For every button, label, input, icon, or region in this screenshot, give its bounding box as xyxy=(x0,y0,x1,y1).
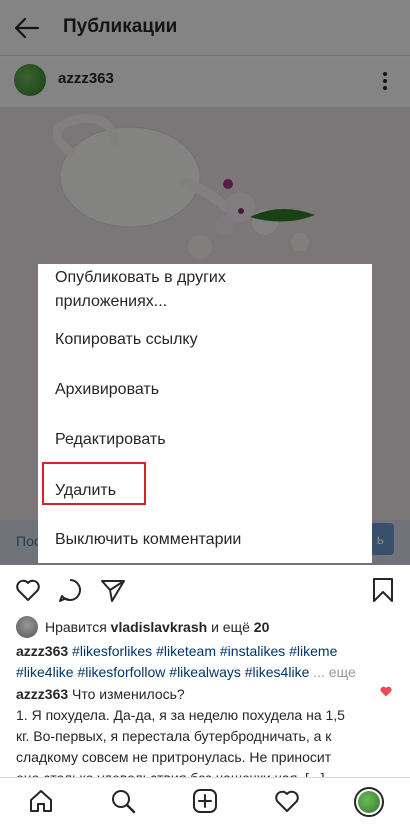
menu-item-archive[interactable]: Архивировать xyxy=(55,379,159,400)
comment-line: сладкому совсем не притронулась. Не прин… xyxy=(16,749,332,765)
caption-username[interactable]: azzz363 xyxy=(16,643,68,659)
comment-line: 1. Я похудела. Да-да, я за неделю похуде… xyxy=(16,707,345,723)
likes-summary[interactable]: Нравится vladislavkrash и ещё 20 xyxy=(16,616,396,638)
share-icon[interactable] xyxy=(99,576,127,604)
search-icon[interactable] xyxy=(109,787,137,815)
caption-hashtags-line1[interactable]: #likesforlikes #liketeam #instalikes #li… xyxy=(72,643,337,659)
comment-line: кг. Во-первых, я перестала бутерброднича… xyxy=(16,728,332,744)
menu-item-label: Опубликовать в других xyxy=(55,269,226,286)
profile-avatar[interactable] xyxy=(354,787,384,817)
comment-icon[interactable] xyxy=(56,576,84,604)
likes-text: Нравится vladislavkrash и ещё 20 xyxy=(45,619,269,635)
menu-item-label: приложениях... xyxy=(55,293,168,310)
new-post-icon[interactable] xyxy=(191,787,219,815)
comment-like-icon[interactable] xyxy=(380,686,392,697)
activity-heart-icon[interactable] xyxy=(273,787,301,815)
likes-prefix: Нравится xyxy=(45,619,107,635)
liker-avatar xyxy=(16,616,38,638)
menu-item-edit[interactable]: Редактировать xyxy=(55,429,166,450)
post-caption: azzz363 #likesforlikes #liketeam #instal… xyxy=(16,641,396,683)
menu-item-share-other-apps[interactable]: Опубликовать в других приложениях... xyxy=(55,267,226,312)
like-heart-icon[interactable] xyxy=(14,576,42,604)
comment-first-line: Что изменилось? xyxy=(72,686,185,702)
comment: azzz363 Что изменилось? 1. Я похудела. Д… xyxy=(16,684,384,789)
comment-username[interactable]: azzz363 xyxy=(16,686,68,702)
likes-middle: и ещё xyxy=(211,619,250,635)
liker-username[interactable]: vladislavkrash xyxy=(111,619,208,635)
menu-item-copy-link[interactable]: Копировать ссылку xyxy=(55,329,198,350)
delete-highlight-box xyxy=(42,462,146,505)
home-icon[interactable] xyxy=(27,787,55,815)
post-options-menu: Опубликовать в других приложениях... Коп… xyxy=(38,264,372,563)
likes-count[interactable]: 20 xyxy=(254,619,270,635)
caption-hashtags-line2[interactable]: #like4like #likesforfollow #likealways #… xyxy=(16,664,309,680)
post-actions xyxy=(0,566,410,611)
caption-more-link[interactable]: ... еще xyxy=(313,664,356,680)
menu-item-disable-comments[interactable]: Выключить комментарии xyxy=(55,529,241,550)
bottom-navigation xyxy=(0,777,410,825)
bookmark-icon[interactable] xyxy=(369,576,397,604)
